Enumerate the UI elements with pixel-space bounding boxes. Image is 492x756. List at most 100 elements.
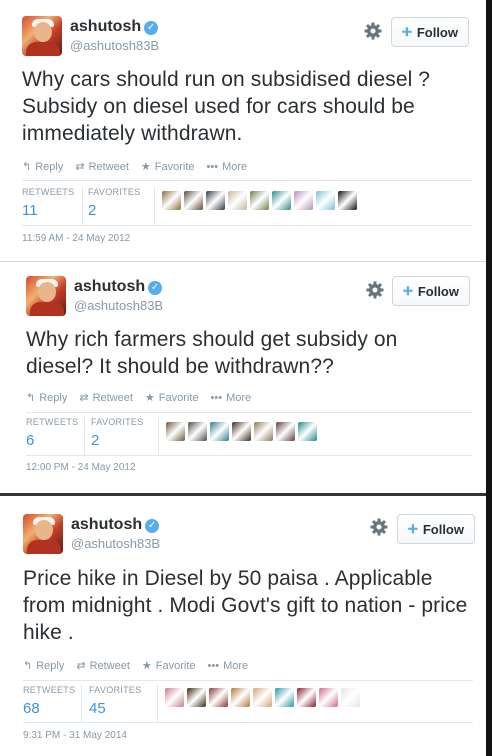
gear-icon[interactable] xyxy=(370,518,388,536)
star-icon: ★ xyxy=(144,392,155,404)
follow-button[interactable]: ➕︎ Follow xyxy=(397,514,475,544)
favoriter-avatar[interactable] xyxy=(319,688,338,707)
gear-icon[interactable] xyxy=(364,22,382,40)
more-button[interactable]: ••• More xyxy=(208,659,249,672)
tweet-separator xyxy=(0,248,492,262)
reply-button[interactable]: ↰ Reply xyxy=(26,391,67,405)
reply-button[interactable]: ↰ Reply xyxy=(23,659,64,673)
retweets-stat[interactable]: RETWEETS 68 xyxy=(23,685,75,717)
gear-icon[interactable] xyxy=(366,281,384,299)
favorite-button[interactable]: ★ Favorite xyxy=(141,659,196,673)
favoriter-avatar[interactable] xyxy=(184,191,203,210)
tweet-timestamp[interactable]: 12:00 PM - 24 May 2012 xyxy=(26,462,136,473)
favoriter-avatars xyxy=(166,422,317,441)
favorite-button[interactable]: ★ Favorite xyxy=(144,391,199,405)
avatar[interactable] xyxy=(26,276,66,316)
tweet-text: Why cars should run on subsidised diesel… xyxy=(22,68,431,145)
user-name[interactable]: ashutosh xyxy=(74,278,145,295)
retweet-label: Retweet xyxy=(92,391,133,404)
retweets-stat[interactable]: RETWEETS 6 xyxy=(26,417,78,449)
user-handle[interactable]: @ashutosh83B xyxy=(70,38,159,53)
retweets-label: RETWEETS xyxy=(23,685,76,695)
verified-badge-icon: ✓ xyxy=(145,519,160,533)
star-icon: ★ xyxy=(141,660,152,672)
more-button[interactable]: ••• More xyxy=(211,391,252,404)
ellipsis-icon: ••• xyxy=(206,160,219,173)
retweet-button[interactable]: ⇄ Retweet xyxy=(75,160,129,174)
more-button[interactable]: ••• More xyxy=(207,160,248,173)
verified-badge-icon: ✓ xyxy=(148,281,163,295)
add-user-icon: ➕︎ xyxy=(402,24,412,39)
favoriter-avatar[interactable] xyxy=(232,422,251,441)
favorites-stat[interactable]: FAVORITES 2 xyxy=(91,417,144,449)
favoriter-avatar[interactable] xyxy=(338,191,357,210)
favoriter-avatar[interactable] xyxy=(210,422,229,441)
favoriter-avatar[interactable] xyxy=(272,191,291,210)
favoriter-avatar[interactable] xyxy=(188,422,207,441)
follow-button[interactable]: ➕︎ Follow xyxy=(391,17,469,47)
avatar[interactable] xyxy=(23,514,63,554)
favoriter-avatars xyxy=(162,191,357,210)
favoriter-avatar[interactable] xyxy=(275,688,294,707)
favorite-button[interactable]: ★ Favorite xyxy=(140,160,195,174)
reply-arrow-icon: ↰ xyxy=(23,660,33,672)
user-handle[interactable]: @ashutosh83B xyxy=(74,298,163,313)
favoriter-avatar[interactable] xyxy=(187,688,206,707)
ellipsis-icon: ••• xyxy=(207,659,220,672)
favorites-count: 2 xyxy=(88,202,97,219)
star-icon: ★ xyxy=(140,161,151,173)
divider xyxy=(26,455,472,456)
favorites-label: FAVORITES xyxy=(89,685,142,695)
retweets-count: 6 xyxy=(26,432,35,449)
tweet-card: ashutosh ✓ @ashutosh83B ➕︎ Follow Why rich… xyxy=(0,262,492,493)
favoriter-avatar[interactable] xyxy=(316,191,335,210)
favorites-label: FAVORITES xyxy=(88,187,141,197)
reply-arrow-icon: ↰ xyxy=(26,392,36,404)
follow-label: Follow xyxy=(417,283,459,299)
retweet-icon: ⇄ xyxy=(76,660,86,672)
divider xyxy=(26,412,472,413)
favoriter-avatar[interactable] xyxy=(254,422,273,441)
favoriter-avatar[interactable] xyxy=(209,688,228,707)
favorites-stat[interactable]: FAVORITES 2 xyxy=(88,187,141,219)
retweets-stat[interactable]: RETWEETS 11 xyxy=(22,187,74,219)
retweet-label: Retweet xyxy=(89,659,130,672)
favoriter-avatar[interactable] xyxy=(206,191,225,210)
favoriter-avatar[interactable] xyxy=(166,422,185,441)
favoriter-avatar[interactable] xyxy=(228,191,247,210)
retweet-button[interactable]: ⇄ Retweet xyxy=(79,391,133,405)
favorites-count: 2 xyxy=(91,432,100,449)
more-label: More xyxy=(223,659,249,672)
retweet-button[interactable]: ⇄ Retweet xyxy=(76,659,130,673)
divider xyxy=(23,722,473,723)
divider xyxy=(22,225,472,226)
favoriter-avatar[interactable] xyxy=(298,422,317,441)
retweet-label: Retweet xyxy=(88,160,129,173)
favoriter-avatar[interactable] xyxy=(297,688,316,707)
favoriter-avatar[interactable] xyxy=(294,191,313,210)
window-edge xyxy=(486,0,492,756)
favoriter-avatar[interactable] xyxy=(165,688,184,707)
favoriter-avatar[interactable] xyxy=(250,191,269,210)
favorite-label: Favorite xyxy=(154,160,195,173)
user-name[interactable]: ashutosh xyxy=(71,516,142,533)
favorite-label: Favorite xyxy=(158,391,199,404)
tweet-actions: ↰ Reply ⇄ Retweet ★ Favorite ••• More xyxy=(22,160,248,174)
follow-button[interactable]: ➕︎ Follow xyxy=(392,276,470,306)
tweet-timestamp[interactable]: 9:31 PM - 31 May 2014 xyxy=(23,730,127,741)
follow-label: Follow xyxy=(416,24,458,40)
tweet-timestamp[interactable]: 11:59 AM - 24 May 2012 xyxy=(22,233,130,244)
avatar[interactable] xyxy=(22,16,62,56)
favoriter-avatar[interactable] xyxy=(253,688,272,707)
favoriter-avatar[interactable] xyxy=(276,422,295,441)
reply-button[interactable]: ↰ Reply xyxy=(22,160,63,174)
user-handle[interactable]: @ashutosh83B xyxy=(71,536,160,551)
favoriter-avatar[interactable] xyxy=(231,688,250,707)
reply-arrow-icon: ↰ xyxy=(22,161,32,173)
favoriter-avatar[interactable] xyxy=(341,688,360,707)
verified-badge-icon: ✓ xyxy=(144,21,159,35)
favorites-stat[interactable]: FAVORITES 45 xyxy=(89,685,142,717)
user-name[interactable]: ashutosh xyxy=(70,18,141,35)
retweet-icon: ⇄ xyxy=(79,392,89,404)
favoriter-avatar[interactable] xyxy=(162,191,181,210)
